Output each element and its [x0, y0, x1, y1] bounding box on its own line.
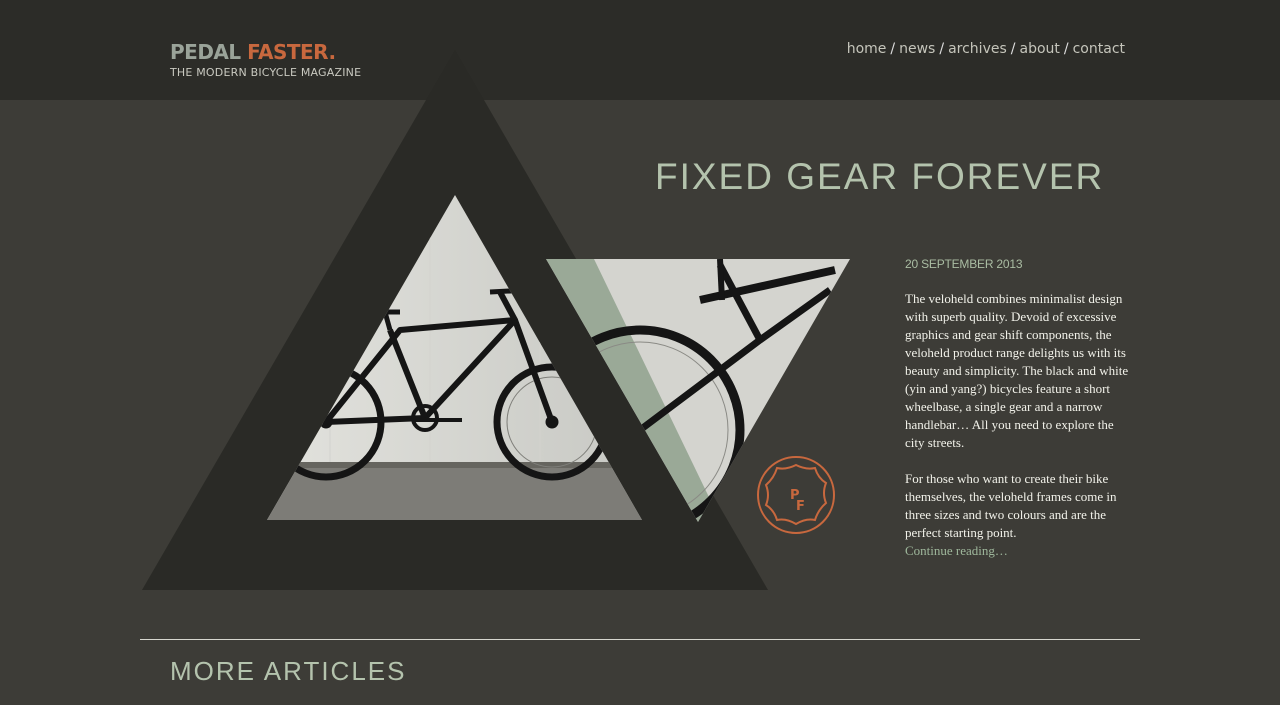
triangle-frame — [142, 50, 768, 590]
nav-about[interactable]: about — [1019, 41, 1059, 57]
excerpt-paragraph-2: For those who want to create their bike … — [905, 471, 1117, 540]
main-nav: home / news / archives / about / contact — [847, 41, 1125, 57]
logo-wordmark[interactable]: PEDAL FASTER. — [170, 40, 361, 64]
pf-stamp-icon: P F — [757, 456, 835, 534]
logo-word-pedal: PEDAL — [170, 40, 241, 64]
nav-contact[interactable]: contact — [1073, 41, 1125, 57]
site-tagline: THE MODERN BICYCLE MAGAZINE — [170, 66, 362, 79]
bicycle-photo-left[interactable] — [260, 190, 650, 532]
nav-archives[interactable]: archives — [948, 41, 1007, 57]
article-date: 20 SEPTEMBER 2013 — [905, 257, 1023, 271]
bicycle-photo-right[interactable] — [540, 255, 860, 535]
stamp-letter-p: P — [790, 488, 800, 503]
excerpt-paragraph-1: The veloheld combines minimalist design … — [905, 291, 1129, 450]
nav-separator: / — [1010, 41, 1016, 57]
section-divider — [140, 639, 1140, 640]
nav-news[interactable]: news — [899, 41, 935, 57]
nav-separator: / — [1063, 41, 1069, 57]
article-excerpt: The veloheld combines minimalist design … — [905, 290, 1130, 560]
more-articles-heading: MORE ARTICLES — [170, 656, 407, 686]
nav-home[interactable]: home — [847, 41, 887, 57]
stamp-letter-f: F — [796, 499, 805, 514]
logo-word-faster: FASTER. — [247, 40, 336, 64]
nav-separator: / — [890, 41, 896, 57]
site-logo[interactable]: PEDAL FASTER. THE MODERN BICYCLE MAGAZIN… — [170, 40, 361, 79]
article-title[interactable]: FIXED GEAR FOREVER — [655, 156, 1104, 198]
nav-separator: / — [939, 41, 945, 57]
continue-reading-link[interactable]: Continue reading… — [905, 542, 1130, 560]
